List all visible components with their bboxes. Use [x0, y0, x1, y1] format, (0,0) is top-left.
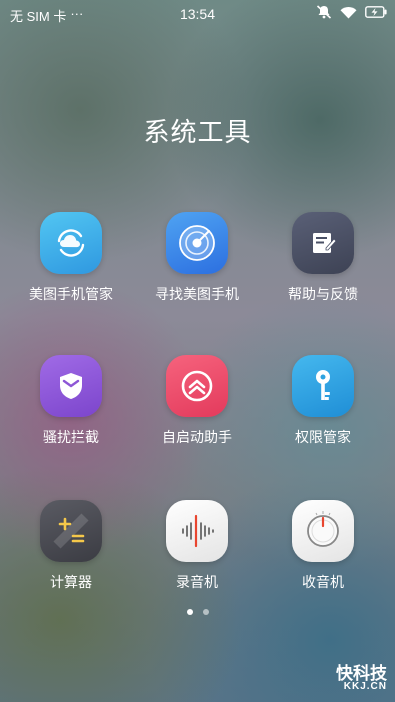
- app-label: 收音机: [302, 574, 344, 590]
- sound-wave-icon: [166, 500, 228, 562]
- app-label: 计算器: [50, 574, 92, 590]
- page-dot-1[interactable]: [186, 609, 193, 615]
- app-recorder[interactable]: 录音机: [137, 500, 257, 592]
- battery-charging-icon: [365, 6, 387, 21]
- app-meitu-phone-manager[interactable]: 美图手机管家: [11, 212, 131, 304]
- app-find-meitu-phone[interactable]: 寻找美图手机: [137, 212, 257, 304]
- cloud-sync-icon: [40, 212, 102, 274]
- app-startup-assistant[interactable]: 自启动助手: [137, 355, 257, 447]
- page-dot-2[interactable]: [202, 609, 209, 615]
- feedback-icon: [292, 212, 354, 274]
- app-help-feedback[interactable]: 帮助与反馈: [263, 212, 383, 304]
- startup-icon: [166, 355, 228, 417]
- calculator-icon: [40, 500, 102, 562]
- radio-dial-icon: [292, 500, 354, 562]
- app-harassment-block[interactable]: 骚扰拦截: [11, 355, 131, 447]
- status-bar: 无 SIM 卡 ··· 13:54: [0, 0, 395, 28]
- app-label: 帮助与反馈: [288, 286, 358, 302]
- app-label: 自启动助手: [162, 429, 232, 445]
- page-indicator: [0, 609, 395, 615]
- app-label: 骚扰拦截: [43, 429, 99, 445]
- app-radio[interactable]: 收音机: [263, 500, 383, 592]
- app-label: 寻找美图手机: [155, 286, 239, 302]
- key-icon: [292, 355, 354, 417]
- wifi-icon: [340, 6, 357, 22]
- mute-icon: [316, 5, 332, 22]
- app-calculator[interactable]: 计算器: [11, 500, 131, 592]
- app-label: 美图手机管家: [29, 286, 113, 302]
- app-label: 录音机: [176, 574, 218, 590]
- status-right: [316, 5, 387, 22]
- folder-title: 系统工具: [143, 117, 252, 147]
- watermark-sub: KKJ.CN: [343, 681, 387, 692]
- watermark-main: 快科技: [336, 664, 387, 683]
- shield-icon: [40, 355, 102, 417]
- app-permission-manager[interactable]: 权限管家: [263, 355, 383, 447]
- radar-icon: [166, 212, 228, 274]
- watermark-logo: 快科技 KKJ.CN: [336, 665, 387, 692]
- app-label: 权限管家: [295, 429, 351, 445]
